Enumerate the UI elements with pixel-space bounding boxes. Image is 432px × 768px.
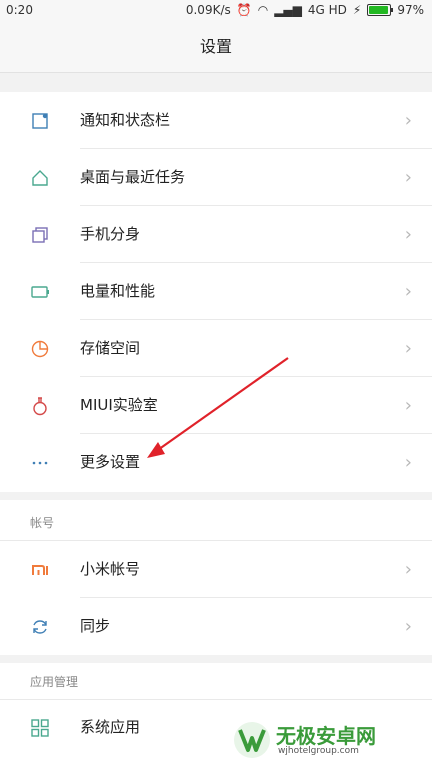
watermark-url: wjhotelgroup.com [278,746,359,756]
settings-item-label: 通知和状态栏 [80,111,171,129]
chevron-right-icon: › [404,110,412,131]
mi-logo-icon [32,565,48,575]
watermark: 无极安卓网 wjhotelgroup.com [232,718,422,762]
notification-icon [32,113,48,129]
settings-item-dual-apps[interactable]: 手机分身 › [0,206,432,263]
battery-icon [367,4,394,16]
settings-item-label: MIUI实验室 [80,396,158,414]
chevron-right-icon: › [404,395,412,416]
charging-icon: ⚡ [352,3,362,17]
settings-item-label: 桌面与最近任务 [80,168,186,186]
settings-item-battery[interactable]: 电量和性能 › [0,263,432,320]
settings-item-label: 更多设置 [80,453,141,471]
chevron-right-icon: › [404,281,412,302]
wifi-icon: ◠ [257,3,269,17]
settings-item-sync[interactable]: 同步 › [0,598,432,655]
grid-icon [31,719,49,737]
chevron-right-icon: › [404,559,412,580]
settings-item-label: 手机分身 [80,225,141,243]
signal-icon: ▂▄▆ [274,3,302,17]
chevron-right-icon: › [404,224,412,245]
settings-group-main: 通知和状态栏 › 桌面与最近任务 › 手机分身 › 电量和性能 › 存储空间 ›… [0,92,432,492]
sync-icon [33,620,47,634]
settings-item-desktop[interactable]: 桌面与最近任务 › [0,149,432,206]
settings-item-label: 系统应用 [80,718,141,736]
chevron-right-icon: › [404,338,412,359]
chevron-right-icon: › [404,616,412,637]
settings-item-notifications[interactable]: 通知和状态栏 › [0,92,432,149]
status-bar: 0:20 0.09K/s ⏰ ◠ ▂▄▆ 4G HD ⚡ 97% [0,0,432,22]
flask-icon [33,397,47,416]
watermark-logo-icon [234,722,270,758]
status-right: 0.09K/s ⏰ ◠ ▂▄▆ 4G HD ⚡ 97% [186,3,424,17]
storage-icon [31,340,49,358]
section-title-apps: 应用管理 [30,675,79,689]
more-dots-icon [32,461,48,465]
section-title-account: 帐号 [30,516,55,530]
home-icon [32,170,48,186]
watermark-title: 无极安卓网 [276,724,376,748]
battery-percent: 97% [397,3,424,17]
clone-icon [32,227,48,243]
page-title: 设置 [0,22,432,73]
battery-icon [31,286,49,298]
network-type: 4G HD [307,3,347,17]
settings-item-label: 小米帐号 [80,560,141,578]
network-speed: 0.09K/s [185,3,231,17]
settings-item-miui-lab[interactable]: MIUI实验室 › [0,377,432,434]
alarm-icon: ⏰ [236,3,252,17]
status-time: 0:20 [6,3,33,17]
settings-item-mi-account[interactable]: 小米帐号 › [0,541,432,598]
settings-group-account: 帐号 小米帐号 › 同步 › [0,500,432,655]
battery-fill [369,6,388,14]
settings-item-label: 同步 [80,617,111,635]
settings-item-storage[interactable]: 存储空间 › [0,320,432,377]
settings-item-label: 电量和性能 [80,282,156,300]
chevron-right-icon: › [404,167,412,188]
chevron-right-icon: › [404,452,412,473]
settings-item-more-settings[interactable]: 更多设置 › [0,434,432,491]
settings-item-label: 存储空间 [80,339,141,357]
